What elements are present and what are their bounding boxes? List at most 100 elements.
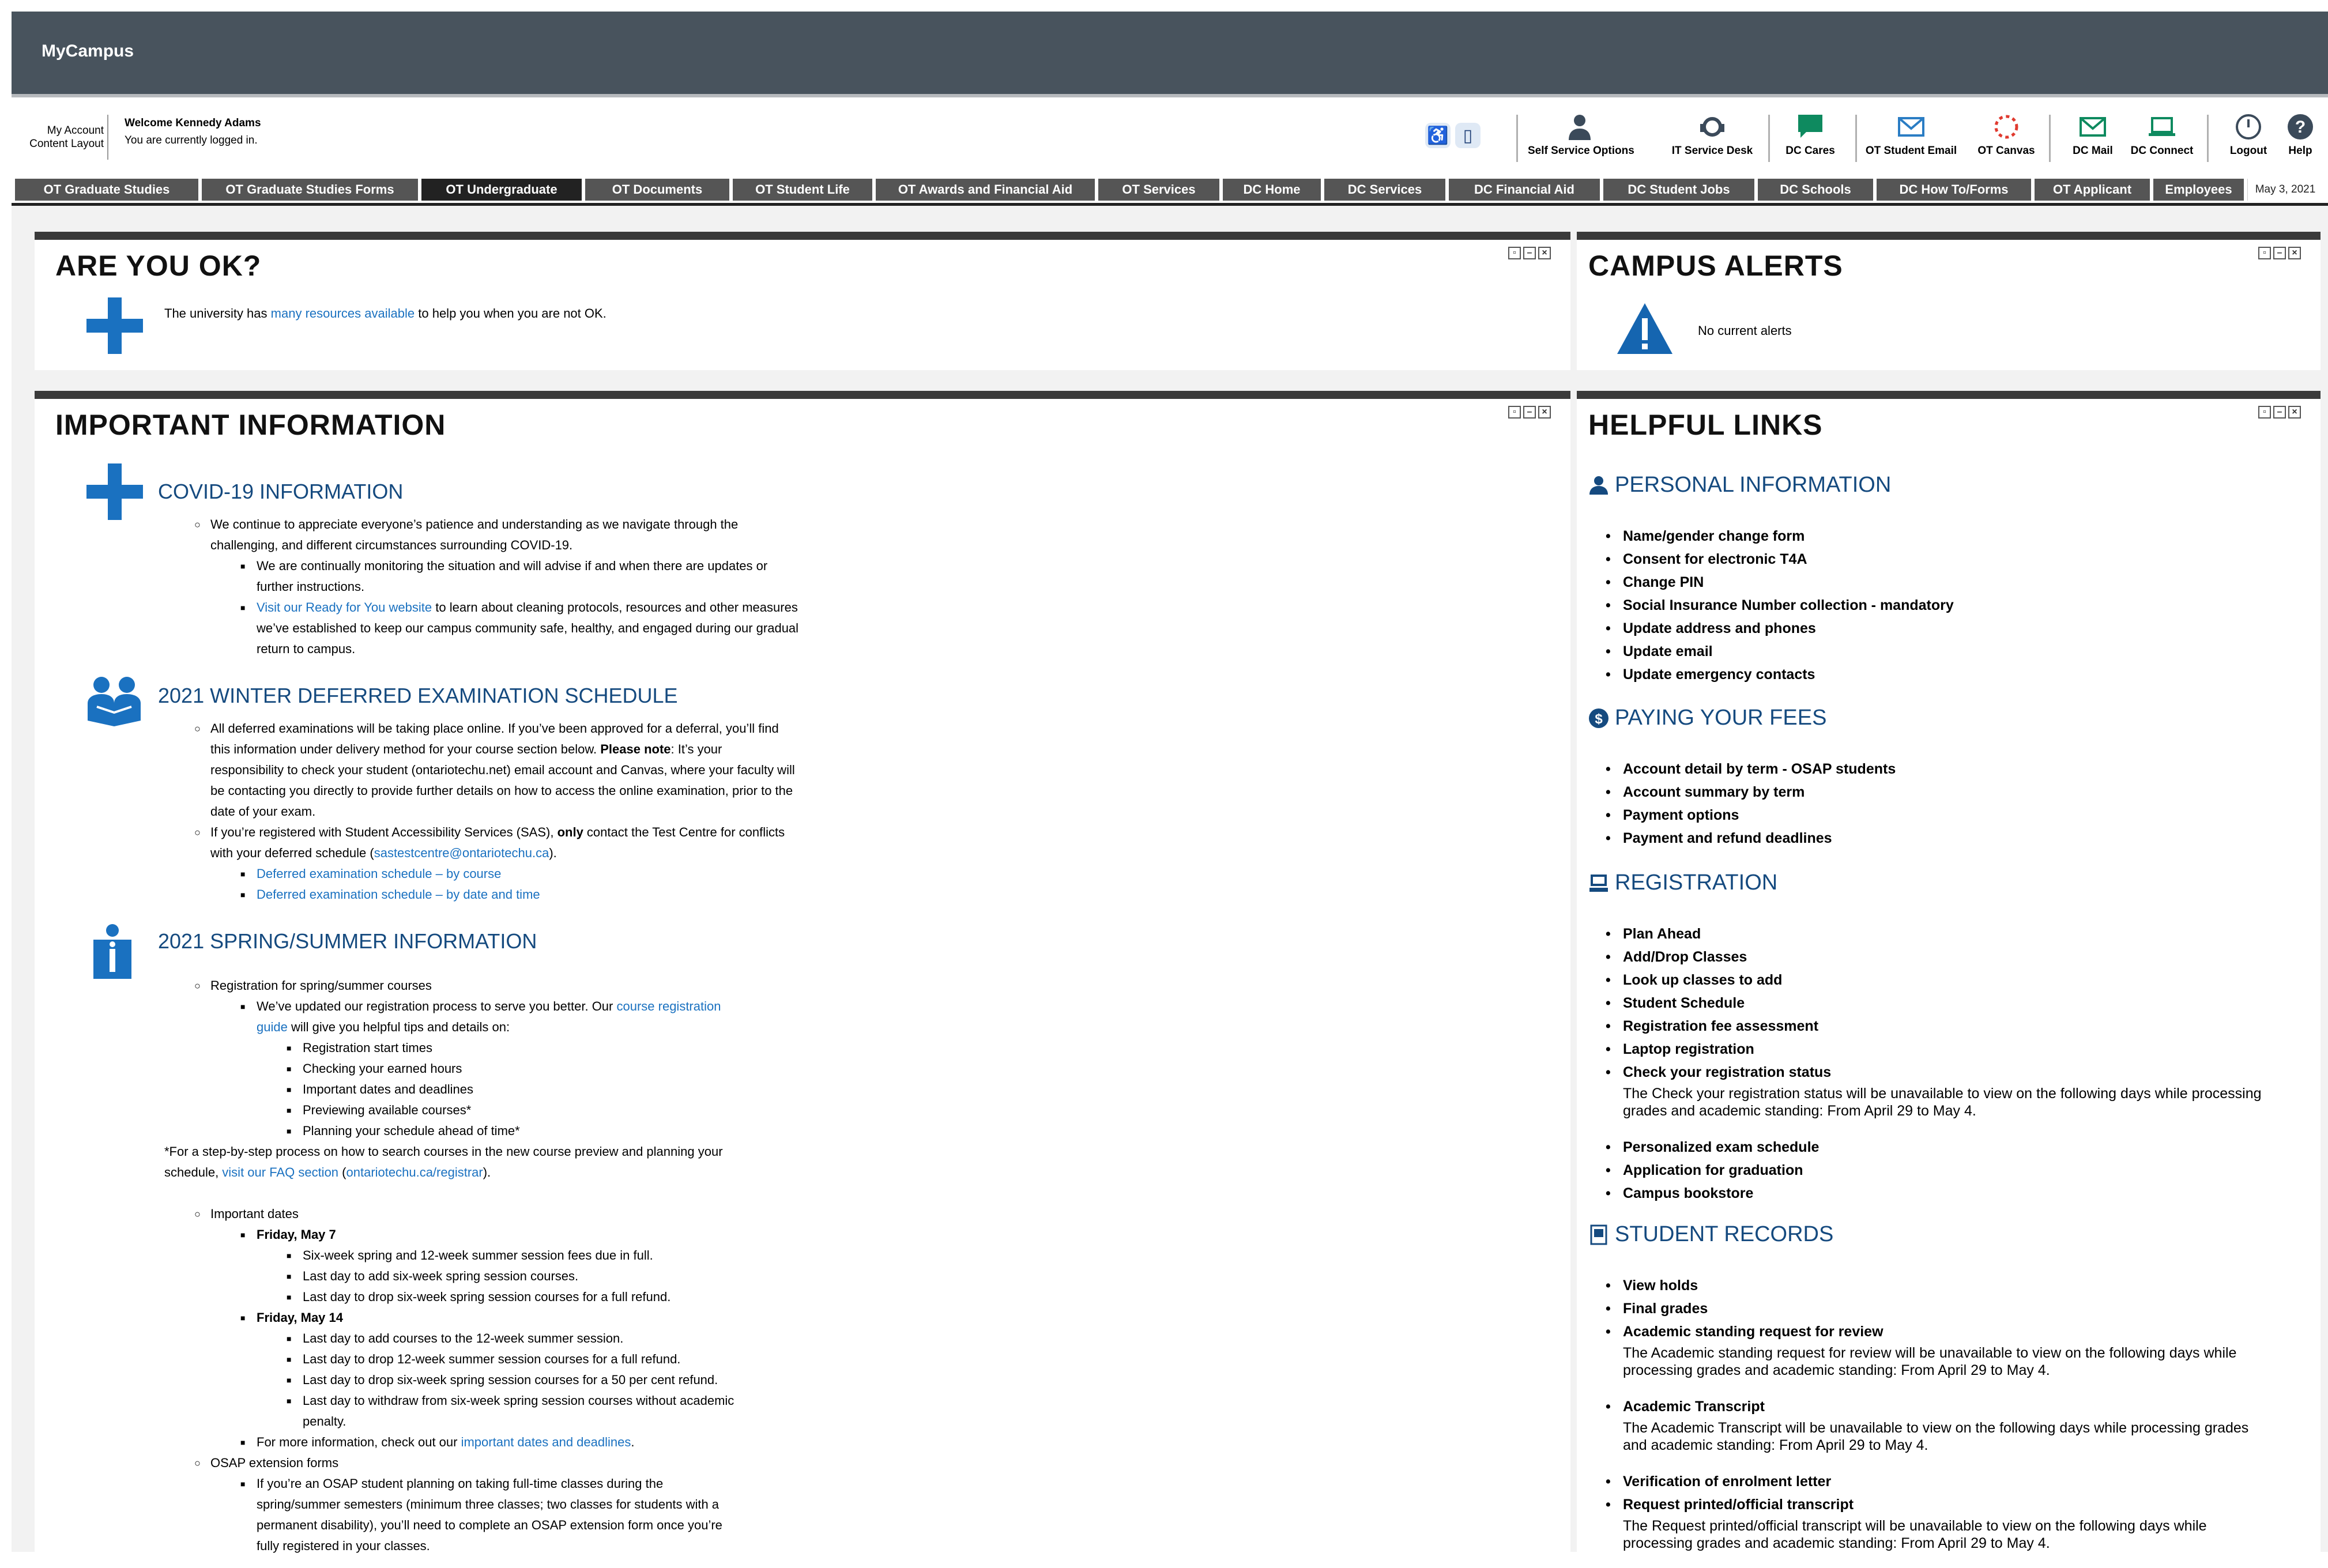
tab-dc-home[interactable]: DC Home [1223,179,1321,201]
list-item[interactable]: Social Insurance Number collection - man… [1606,594,1954,617]
it-service-desk-button[interactable]: IT Service Desk [1660,112,1764,170]
dc-cares-button[interactable]: DC Cares [1779,112,1842,170]
tab-ot-documents[interactable]: OT Documents [585,179,729,201]
registration-heading: REGISTRATION [1588,870,1777,895]
dollar-icon: $ [1589,708,1608,728]
covid-text: We continue to appreciate everyone’s pat… [194,514,902,659]
my-account-link[interactable]: My Account [17,124,104,137]
tab-dc-services[interactable]: DC Services [1324,179,1445,201]
restore-icon[interactable]: ▫ [1508,247,1521,259]
list-item[interactable]: Update emergency contacts [1606,663,1954,686]
faq-link[interactable]: visit our FAQ section [222,1165,338,1179]
panel-title: IMPORTANT INFORMATION [55,409,446,441]
list-item[interactable]: Personalized exam schedule [1606,1136,2274,1159]
resources-link[interactable]: many resources available [271,306,415,321]
list-item[interactable]: Account detail by term - OSAP students [1606,757,1896,781]
tab-dc-student-jobs[interactable]: DC Student Jobs [1603,179,1754,201]
minimize-icon[interactable]: – [1523,406,1536,419]
list-item[interactable]: Campus bookstore [1606,1182,2274,1205]
list-item[interactable]: View holds [1606,1274,2274,1297]
list-item[interactable]: Registration fee assessment [1606,1015,2274,1038]
list-item[interactable]: Consent for electronic T4A [1606,548,1954,571]
panel-title: CAMPUS ALERTS [1588,250,1843,282]
mobile-icon[interactable]: ▯ [1455,123,1481,148]
app-title[interactable]: MyCampus [42,42,134,61]
tab-employees[interactable]: Employees [2153,179,2244,201]
tab-ot-student-life[interactable]: OT Student Life [733,179,872,201]
list-item[interactable]: Name/gender change form [1606,525,1954,548]
tab-dc-schools[interactable]: DC Schools [1758,179,1873,201]
tab-ot-graduate-studies-forms[interactable]: OT Graduate Studies Forms [202,179,418,201]
list-item[interactable]: Application for graduation [1606,1159,2274,1182]
list-item[interactable]: Final grades [1606,1297,2274,1320]
divider [2207,115,2209,162]
tab-ot-undergraduate[interactable]: OT Undergraduate [421,179,582,201]
divider [107,115,108,160]
personal-info-heading: PERSONAL INFORMATION [1588,473,1891,497]
logout-button[interactable]: Logout [2220,112,2277,170]
divider [1516,115,1518,162]
important-dates-link[interactable]: important dates and deadlines [461,1435,631,1449]
tab-ot-applicant[interactable]: OT Applicant [2035,179,2150,201]
restore-icon[interactable]: ▫ [1508,406,1521,419]
list-item[interactable]: Academic standing request for reviewThe … [1606,1320,2274,1379]
registration-list: Plan Ahead Add/Drop Classes Look up clas… [1606,922,2274,1205]
power-icon [2236,114,2261,140]
minimize-icon[interactable]: – [1523,247,1536,259]
deferred-by-date-link[interactable]: Deferred examination schedule – by date … [257,887,540,902]
ready-for-you-link[interactable]: Visit our Ready for You website [257,600,432,615]
panel-title: ARE YOU OK? [55,250,262,282]
list-item[interactable]: Update address and phones [1606,617,1954,640]
close-icon[interactable]: × [2288,406,2301,419]
list-item[interactable]: Student Schedule [1606,992,2274,1015]
tab-ot-graduate-studies[interactable]: OT Graduate Studies [15,179,198,201]
list-item[interactable]: Plan Ahead [1606,922,2274,945]
minimize-icon[interactable]: – [2273,406,2286,419]
close-icon[interactable]: × [1538,406,1551,419]
winter-exam-text: All deferred examinations will be taking… [194,718,960,905]
wheelchair-icon[interactable]: ♿ [1425,123,1451,148]
chat-icon [1798,115,1822,138]
list-item[interactable]: Account summary by term [1606,781,1896,804]
list-item[interactable]: Add/Drop Classes [1606,945,2274,968]
list-item[interactable]: Payment and refund deadlines [1606,827,1896,850]
alerts-status: No current alerts [1698,323,1792,338]
spring-summer-text: Registration for spring/summer courses W… [194,975,960,1141]
list-item[interactable]: Verification of enrolment letter [1606,1470,2274,1493]
content-layout-link[interactable]: Content Layout [17,137,104,150]
close-icon[interactable]: × [2288,247,2301,259]
list-item[interactable]: Update email [1606,640,1954,663]
tab-dc-financial-aid[interactable]: DC Financial Aid [1449,179,1600,201]
faq-note: *For a step-by-step process on how to se… [164,1144,723,1179]
list-item[interactable]: Check your registration statusThe Check … [1606,1061,2274,1120]
sas-email-link[interactable]: sastestcentre@ontariotechu.ca [374,846,549,860]
headset-icon [1700,117,1724,137]
restore-icon[interactable]: ▫ [2258,406,2271,419]
close-icon[interactable]: × [1538,247,1551,259]
tab-dc-how-to-forms[interactable]: DC How To/Forms [1877,179,2031,201]
list-item[interactable]: Look up classes to add [1606,968,2274,992]
list-item[interactable]: Academic TranscriptThe Academic Transcri… [1606,1395,2274,1454]
minimize-icon[interactable]: – [2273,247,2286,259]
ot-student-email-button[interactable]: OT Student Email [1862,112,1960,170]
restore-icon[interactable]: ▫ [2258,247,2271,259]
canvas-icon [1994,115,2018,139]
tab-ot-awards-financial-aid[interactable]: OT Awards and Financial Aid [876,179,1095,201]
deferred-by-course-link[interactable]: Deferred examination schedule – by cours… [257,866,501,881]
ot-canvas-button[interactable]: OT Canvas [1969,112,2044,170]
document-icon [1590,1224,1607,1245]
personal-info-list: Name/gender change form Consent for elec… [1606,525,1954,686]
student-records-heading: STUDENT RECORDS [1588,1222,1833,1247]
help-button[interactable]: ? Help [2280,112,2321,170]
list-item[interactable]: Change PIN [1606,571,1954,594]
tab-ot-services[interactable]: OT Services [1098,179,1219,201]
dc-mail-button[interactable]: DC Mail [2064,112,2122,170]
dc-connect-button[interactable]: DC Connect [2124,112,2199,170]
list-item[interactable]: Request printed/official transcriptThe R… [1606,1493,2274,1552]
are-you-ok-panel: ▫ – × ARE YOU OK? The university has man… [35,232,1570,370]
are-you-ok-text: The university has many resources availa… [164,306,607,321]
self-service-button[interactable]: Self Service Options [1528,112,1634,170]
list-item[interactable]: Laptop registration [1606,1038,2274,1061]
registrar-link[interactable]: ontariotechu.ca/registrar [346,1165,483,1179]
list-item[interactable]: Payment options [1606,804,1896,827]
